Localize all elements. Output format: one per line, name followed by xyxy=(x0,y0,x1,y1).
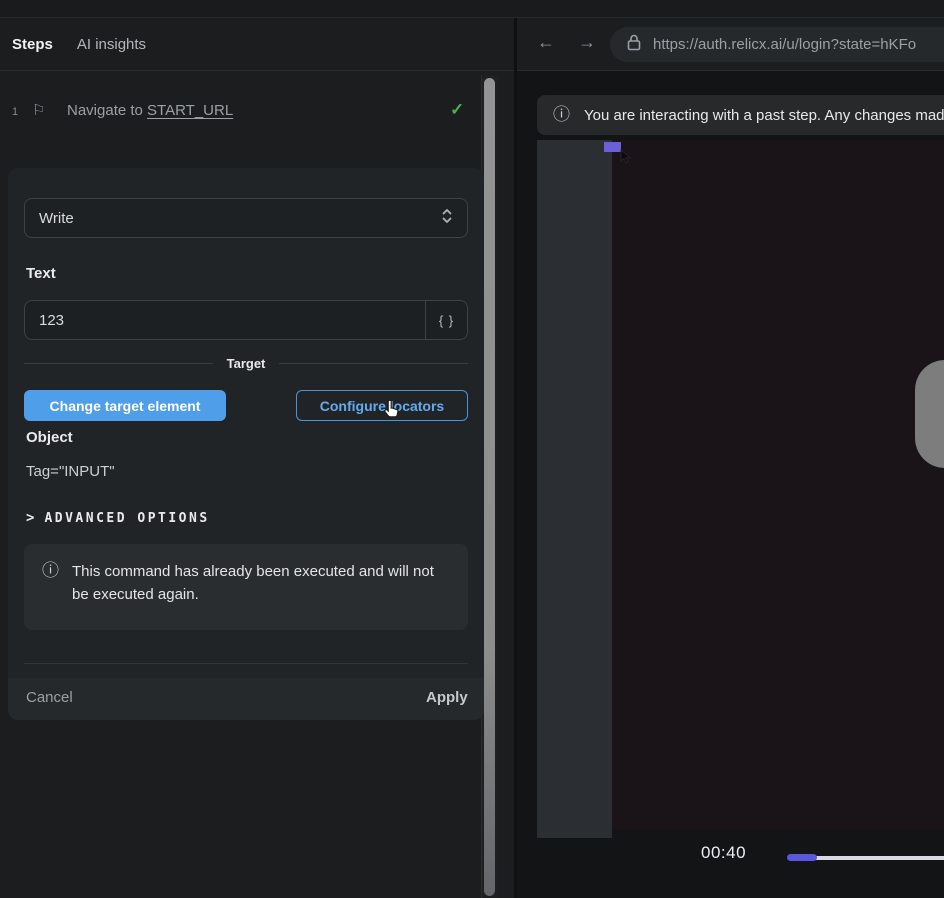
select-chevrons-icon xyxy=(441,207,453,230)
target-label: Target xyxy=(227,356,266,371)
object-label: Object xyxy=(26,429,73,446)
step-number: 1 xyxy=(12,106,18,118)
cancel-button[interactable]: Cancel xyxy=(26,689,73,706)
side-handle-pill[interactable] xyxy=(915,360,944,468)
advanced-options-toggle[interactable]: > ADVANCED OPTIONS xyxy=(26,510,210,526)
forward-arrow-icon[interactable]: → xyxy=(578,32,596,53)
browser-preview-panel: ← → https://auth.relicx.ai/u/login?state… xyxy=(517,18,944,898)
variables-braces-button[interactable]: { } xyxy=(425,301,467,339)
playback-progress-fill[interactable] xyxy=(787,854,817,861)
apply-button[interactable]: Apply xyxy=(426,689,468,706)
viewport-cursor-icon xyxy=(619,149,633,165)
change-target-element-button[interactable]: Change target element xyxy=(24,390,226,421)
card-footer: Cancel Apply xyxy=(8,678,484,720)
info-icon: ⓘ xyxy=(42,560,59,630)
steps-panel: Steps AI insights 1 ⚐ Navigate to START_… xyxy=(0,18,514,898)
page-screenshot-viewport[interactable] xyxy=(537,140,944,838)
info-icon: ⓘ xyxy=(553,104,570,126)
target-section-divider: Target xyxy=(24,356,468,371)
app-window: Steps AI insights 1 ⚐ Navigate to START_… xyxy=(0,0,944,898)
past-step-banner-text: You are interacting with a past step. An… xyxy=(584,107,944,124)
preview-content: ⓘ You are interacting with a past step. … xyxy=(517,71,944,898)
top-strip xyxy=(0,0,944,18)
lock-icon xyxy=(627,34,641,56)
flag-icon: ⚐ xyxy=(32,101,45,119)
object-value: Tag="INPUT" xyxy=(26,463,115,480)
text-field-label: Text xyxy=(26,265,56,282)
divider-line xyxy=(279,363,468,364)
browser-nav-bar: ← → https://auth.relicx.ai/u/login?state… xyxy=(517,18,944,71)
url-bar[interactable]: https://auth.relicx.ai/u/login?state=hKF… xyxy=(610,27,944,62)
playback-time: 00:40 xyxy=(701,843,746,863)
command-select-value: Write xyxy=(39,210,74,227)
step-row[interactable]: 1 ⚐ Navigate to START_URL ✓ xyxy=(0,97,480,133)
tab-ai-insights[interactable]: AI insights xyxy=(77,36,146,53)
playback-progress-track[interactable] xyxy=(813,856,944,860)
chevron-right-icon: > xyxy=(26,510,34,526)
step-action-text: Navigate to xyxy=(67,102,147,119)
advanced-options-label: ADVANCED OPTIONS xyxy=(44,511,209,526)
footer-divider xyxy=(24,663,468,664)
divider-line xyxy=(24,363,213,364)
screenshot-sidebar-region xyxy=(537,140,612,838)
start-url-link[interactable]: START_URL xyxy=(147,102,233,119)
tab-bar: Steps AI insights xyxy=(0,18,514,71)
scrollbar-thumb[interactable] xyxy=(484,78,495,896)
tab-steps[interactable]: Steps xyxy=(12,36,53,53)
text-input-group: 123 { } xyxy=(24,300,468,340)
step-description: Navigate to START_URL xyxy=(67,102,233,119)
executed-info-text: This command has already been executed a… xyxy=(72,560,444,630)
text-input[interactable]: 123 xyxy=(25,301,425,339)
past-step-banner: ⓘ You are interacting with a past step. … xyxy=(537,95,944,135)
step-success-check-icon: ✓ xyxy=(450,100,464,120)
back-arrow-icon[interactable]: ← xyxy=(537,32,555,53)
url-text: https://auth.relicx.ai/u/login?state=hKF… xyxy=(653,36,916,53)
step-editor-card: Write Text 123 { } Target Change target … xyxy=(8,168,484,720)
screenshot-page-region xyxy=(612,140,944,830)
hand-cursor-icon xyxy=(380,398,402,420)
command-select[interactable]: Write xyxy=(24,198,468,238)
executed-info-box: ⓘ This command has already been executed… xyxy=(24,544,468,630)
